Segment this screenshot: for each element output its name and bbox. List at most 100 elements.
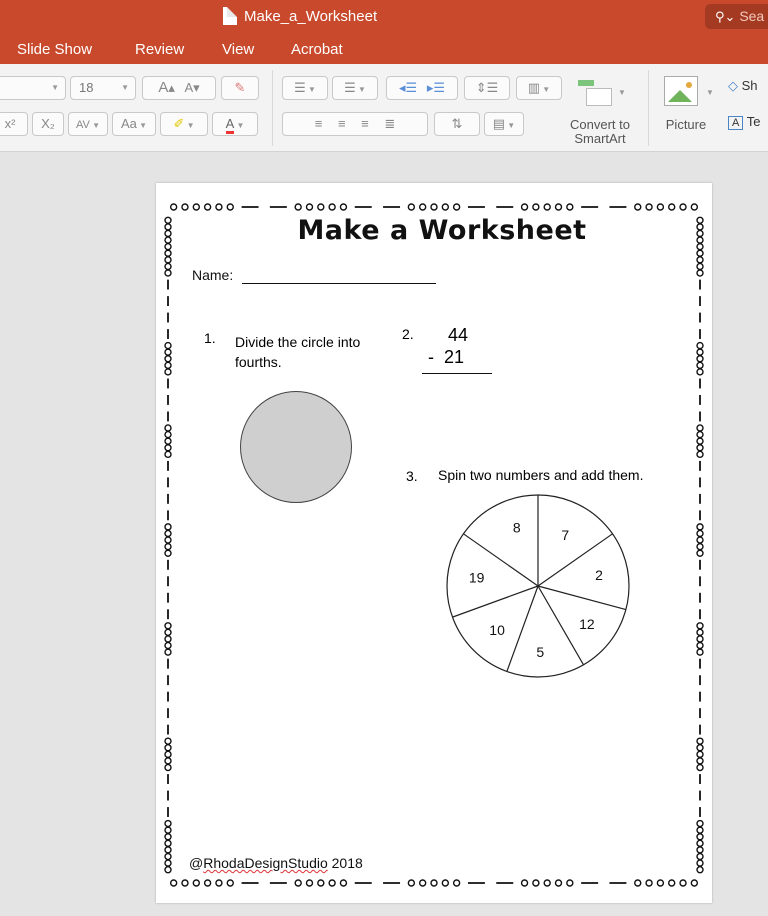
border-dot [407, 879, 416, 887]
alignment-buttons: ≡ ≡ ≡ ≣ [282, 112, 428, 136]
border-dot [164, 341, 172, 350]
border-dot [305, 879, 314, 887]
border-dot [452, 203, 461, 211]
border-dot [164, 622, 172, 630]
align-left-icon[interactable]: ≡ [315, 116, 323, 131]
border-dot [164, 437, 172, 445]
align-text-icon: ▤ [492, 116, 506, 131]
border-dot [679, 203, 687, 211]
question-1-text: Divide the circle into fourths. [235, 334, 361, 370]
font-size-value: 18 [79, 80, 94, 95]
border-dot [430, 879, 438, 887]
border-dot [696, 536, 704, 544]
character-spacing-button[interactable]: AV ▼ [68, 112, 108, 136]
border-dot [169, 203, 178, 211]
spinner-number: 8 [513, 520, 521, 536]
border-dot [696, 750, 704, 759]
border-dot [696, 542, 704, 551]
credit-name: RhodaDesignStudio [203, 855, 328, 871]
border-dot [192, 879, 200, 887]
chevron-down-icon: ▼ [136, 121, 148, 130]
spinner-number: 12 [579, 616, 595, 632]
border-dot [164, 529, 172, 538]
picture-button[interactable]: Picture [658, 118, 714, 132]
border-dot [554, 203, 563, 211]
border-dot [294, 203, 302, 211]
chevron-down-icon: ▼ [355, 85, 366, 94]
border-dot [164, 549, 172, 557]
justify-icon[interactable]: ≣ [384, 116, 395, 131]
textbox-icon: A [728, 116, 744, 130]
border-dot [164, 361, 172, 370]
border-dot [696, 348, 704, 356]
clear-formatting-button[interactable]: ✎ [221, 76, 259, 100]
border-dot [696, 839, 704, 848]
border-dot [164, 536, 172, 544]
border-dot [696, 355, 704, 363]
border-dot [226, 203, 234, 211]
subscript-button[interactable]: X₂ [32, 112, 64, 136]
border-dot [696, 256, 704, 264]
border-dot [696, 635, 704, 643]
change-case-button[interactable]: Aa ▼ [112, 112, 156, 136]
highlight-button[interactable]: ✐ ▼ [160, 112, 208, 136]
eraser-icon: ✎ [234, 80, 246, 95]
chevron-down-icon: ▼ [234, 121, 245, 130]
border-dot [164, 635, 172, 643]
border-dot [452, 879, 461, 887]
superscript-button[interactable]: x² [0, 112, 28, 136]
shapes-button[interactable]: ◇ Sh [728, 78, 758, 94]
subtraction-line [422, 373, 492, 374]
border-dot [226, 879, 234, 887]
smartart-icon[interactable] [578, 80, 612, 106]
tab-slide-show[interactable]: Slide Show [17, 41, 92, 58]
circle-shape[interactable] [240, 391, 352, 503]
question-1-number: 1. [204, 330, 216, 346]
question-3-number: 3. [406, 468, 418, 484]
line-spacing-button[interactable]: ⇕☰ [464, 76, 510, 100]
font-color-button[interactable]: A ▼ [212, 112, 258, 136]
border-dot [696, 852, 704, 861]
border-dot [164, 262, 172, 271]
decrease-indent-icon[interactable]: ◂☰ [399, 80, 417, 95]
text-direction-button[interactable]: ⇅ [434, 112, 480, 136]
border-dot [696, 833, 704, 841]
font-size-select[interactable]: 18 ▼ [70, 76, 136, 100]
numbering-button[interactable]: ☰ ▼ [332, 76, 378, 100]
tab-review[interactable]: Review [135, 41, 184, 58]
textbox-button[interactable]: A Te [728, 114, 760, 130]
border-dot [696, 826, 704, 834]
convert-smartart-button[interactable]: Convert to SmartArt [556, 118, 644, 146]
border-dot [164, 737, 172, 745]
increase-indent-icon[interactable]: ▸☰ [427, 80, 445, 95]
font-size-buttons: A▴ A▾ [142, 76, 216, 100]
border-dot [164, 859, 172, 867]
spinner-wheel[interactable]: 8 7 2 12 5 10 19 [443, 491, 633, 681]
picture-icon[interactable] [664, 76, 698, 106]
tab-view[interactable]: View [222, 41, 254, 58]
align-center-icon[interactable]: ≡ [338, 116, 346, 131]
border-dot [164, 846, 172, 854]
columns-button[interactable]: ▥ ▼ [516, 76, 562, 100]
window-title: Make_a_Worksheet [244, 8, 378, 25]
shrink-font-button[interactable]: A▾ [184, 80, 199, 95]
search-box[interactable]: ⚲⌄ Sea [705, 4, 768, 29]
tab-acrobat[interactable]: Acrobat [291, 41, 343, 58]
spinner-number: 10 [489, 622, 505, 638]
font-name-select[interactable]: ▼ [0, 76, 66, 100]
border-dot [192, 203, 200, 211]
border-dot [668, 879, 676, 887]
border-dot [164, 763, 172, 772]
bullets-button[interactable]: ☰ ▼ [282, 76, 328, 100]
border-dot [696, 368, 704, 376]
grow-font-button[interactable]: A▴ [158, 79, 175, 96]
border-dot [164, 757, 172, 765]
slide-canvas[interactable]: Make a Worksheet Name: 1. Divide the cir… [156, 183, 712, 903]
spinner-number: 7 [561, 527, 569, 543]
align-right-icon[interactable]: ≡ [361, 116, 369, 131]
border-dot [696, 430, 704, 439]
align-text-button[interactable]: ▤ ▼ [484, 112, 524, 136]
border-dot [441, 879, 450, 887]
border-dot [645, 203, 653, 211]
line-spacing-icon: ⇕☰ [475, 80, 499, 95]
